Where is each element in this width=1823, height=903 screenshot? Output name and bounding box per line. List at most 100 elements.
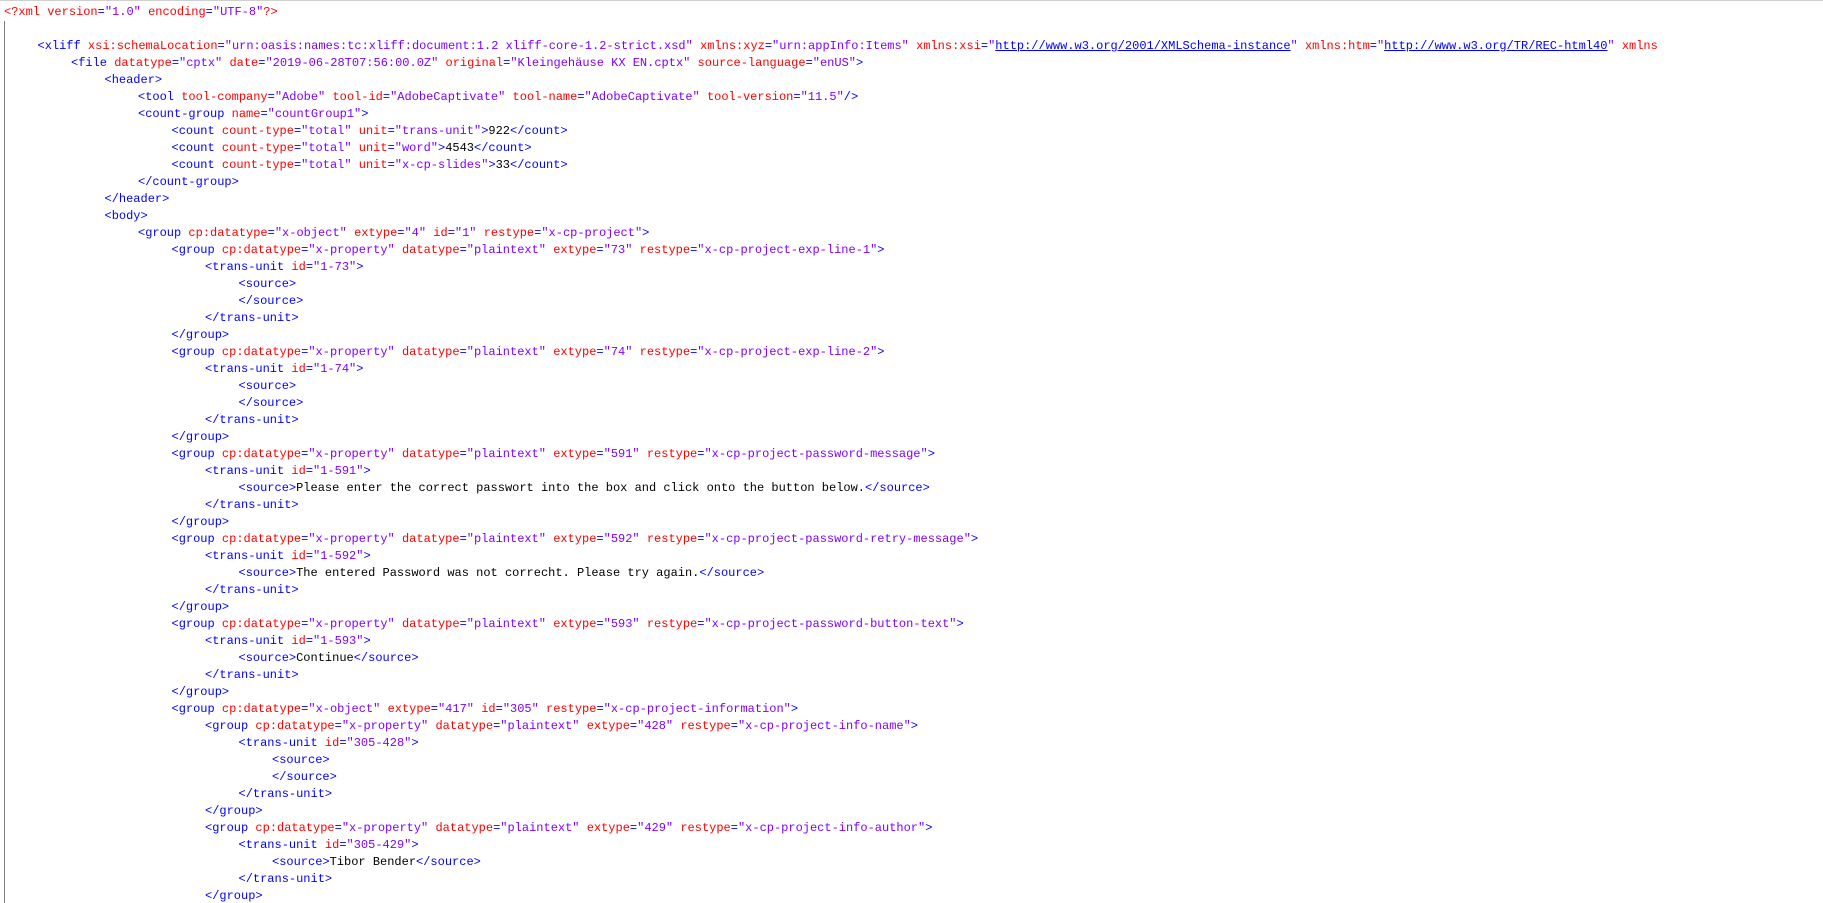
syntax-token-tag: <body> [104, 209, 148, 223]
code-content: <tool tool-company="Adobe" tool-id="Adob… [138, 89, 858, 106]
fold-marker[interactable] [4, 55, 5, 72]
syntax-token-tag: = [260, 107, 268, 121]
fold-marker[interactable] [4, 633, 5, 650]
syntax-token-val: "x-cp-project-info-author" [737, 821, 926, 835]
fold-marker[interactable] [4, 327, 5, 344]
syntax-token-tag: </count-group> [138, 175, 239, 189]
syntax-token-tag: = [334, 821, 342, 835]
syntax-token-txt [700, 90, 707, 104]
fold-marker[interactable] [4, 225, 5, 242]
fold-marker[interactable] [4, 701, 5, 718]
fold-marker[interactable] [4, 191, 5, 208]
fold-marker[interactable] [4, 106, 5, 123]
fold-marker[interactable] [4, 599, 5, 616]
syntax-token-txt [395, 447, 402, 461]
syntax-token-tag: </trans-unit> [205, 413, 299, 427]
xml-editor[interactable]: <?xml version="1.0" encoding="UTF-8"?> <x… [0, 0, 1823, 903]
fold-marker[interactable] [4, 616, 5, 633]
fold-marker[interactable] [4, 293, 5, 310]
syntax-token-attr: restype [483, 226, 535, 240]
code-content: <trans-unit id="1-74"> [205, 361, 363, 378]
fold-marker[interactable] [4, 752, 5, 769]
fold-marker[interactable] [4, 718, 5, 735]
code-content: </group> [172, 327, 230, 344]
fold-marker[interactable] [4, 378, 5, 395]
fold-marker[interactable] [4, 837, 5, 854]
syntax-token-tag: = [459, 345, 467, 359]
fold-marker[interactable] [4, 514, 5, 531]
syntax-token-txt [539, 702, 546, 716]
fold-marker[interactable] [4, 344, 5, 361]
syntax-token-tag: = [382, 90, 391, 104]
syntax-token-tag: <source> [238, 481, 297, 495]
fold-marker[interactable] [4, 769, 5, 786]
url-link[interactable]: http://www.w3.org/TR/REC-html40 [1384, 39, 1607, 53]
fold-marker[interactable] [4, 412, 5, 429]
syntax-token-attr: tool-name [512, 90, 578, 104]
fold-marker[interactable] [4, 803, 5, 820]
fold-marker[interactable] [4, 565, 5, 582]
fold-marker[interactable] [4, 310, 5, 327]
syntax-token-tag: = [387, 158, 395, 172]
fold-marker[interactable] [4, 276, 5, 293]
fold-marker[interactable] [4, 72, 5, 89]
fold-marker[interactable] [4, 21, 5, 38]
syntax-token-tag: = [730, 821, 738, 835]
syntax-token-tag: = [305, 549, 314, 563]
fold-marker[interactable] [4, 157, 5, 174]
fold-marker[interactable] [4, 786, 5, 803]
syntax-token-attr: datatype [401, 617, 460, 631]
syntax-token-val: "x-cp-project" [541, 226, 643, 240]
syntax-token-txt [395, 243, 402, 257]
fold-marker[interactable] [4, 820, 5, 837]
fold-marker[interactable] [4, 38, 5, 55]
syntax-token-tag: </trans-unit> [238, 872, 333, 886]
fold-marker[interactable] [4, 463, 5, 480]
syntax-token-txt [580, 719, 587, 733]
code-content: <header> [105, 72, 163, 89]
syntax-token-attr: id [291, 634, 306, 648]
fold-marker[interactable] [4, 140, 5, 157]
fold-marker[interactable] [4, 446, 5, 463]
syntax-token-tag: = [596, 702, 604, 716]
fold-marker[interactable] [4, 480, 5, 497]
syntax-token-tag: > [356, 260, 364, 274]
fold-marker[interactable] [4, 497, 5, 514]
syntax-token-val: "591" [603, 447, 640, 461]
syntax-token-attr: extype [553, 617, 597, 631]
fold-marker[interactable] [4, 208, 5, 225]
fold-marker[interactable] [4, 89, 5, 106]
fold-marker[interactable] [4, 854, 5, 871]
fold-marker[interactable] [4, 888, 5, 903]
fold-marker[interactable] [4, 123, 5, 140]
syntax-token-tag: </source> [416, 855, 481, 869]
fold-marker[interactable] [4, 242, 5, 259]
syntax-token-tag: = [459, 532, 467, 546]
url-link[interactable]: http://www.w3.org/2001/XMLSchema-instanc… [995, 39, 1290, 53]
syntax-token-txt: Continue [296, 651, 354, 665]
code-content: <file datatype="cptx" date="2019-06-28T0… [71, 55, 863, 72]
syntax-token-tag: </source> [272, 770, 337, 784]
fold-marker[interactable] [4, 174, 5, 191]
syntax-token-tag: <group [138, 226, 189, 240]
fold-marker[interactable] [4, 871, 5, 888]
fold-marker[interactable] [4, 735, 5, 752]
fold-marker[interactable] [4, 395, 5, 412]
syntax-token-tag: > [361, 107, 369, 121]
syntax-token-attr: restype [680, 719, 731, 733]
syntax-token-val: "74" [603, 345, 633, 359]
fold-marker[interactable] [4, 548, 5, 565]
syntax-token-tag: </group> [171, 685, 230, 699]
fold-marker[interactable] [4, 429, 5, 446]
syntax-token-val: "x-object" [274, 226, 347, 240]
fold-marker[interactable] [4, 650, 5, 667]
syntax-token-attr: restype [646, 532, 698, 546]
fold-marker[interactable] [4, 259, 5, 276]
code-content: <trans-unit id="1-73"> [205, 259, 363, 276]
fold-marker[interactable] [4, 582, 5, 599]
fold-marker[interactable] [4, 667, 5, 684]
fold-marker[interactable] [4, 361, 5, 378]
fold-marker[interactable] [4, 684, 5, 701]
syntax-token-val: "word" [394, 141, 438, 155]
fold-marker[interactable] [4, 531, 5, 548]
